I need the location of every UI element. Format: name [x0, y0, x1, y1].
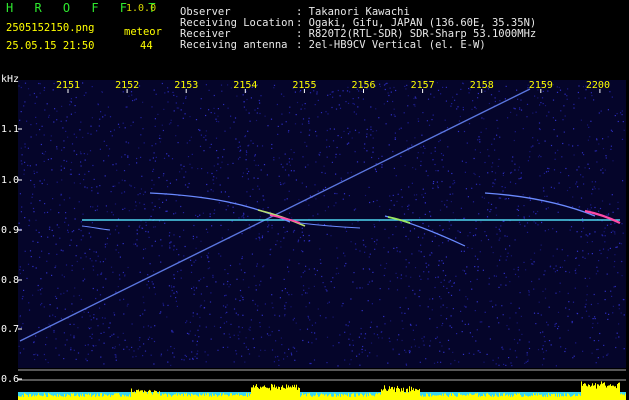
signal-level-bar [18, 381, 626, 400]
time-tick-label: 2156 [351, 80, 376, 91]
time-tick-label: 2200 [585, 80, 610, 91]
time-tick-label: 2158 [469, 80, 494, 91]
y-unit-label: kHz [1, 74, 20, 85]
plot-background [18, 80, 626, 368]
frequency-tick-label: 0.7 [1, 324, 20, 335]
time-tick-label: 2154 [233, 80, 258, 91]
frequency-tick-label: 0.8 [1, 275, 20, 286]
time-tick-label: 2155 [292, 80, 317, 91]
spectrogram-plot [18, 80, 626, 400]
time-tick-label: 2159 [528, 80, 553, 91]
frequency-tick-label: 1.0 [1, 175, 20, 186]
frequency-tick-label: 0.6 [1, 374, 20, 385]
time-tick-label: 2153 [174, 80, 199, 91]
time-tick-label: 2152 [115, 80, 140, 91]
frequency-tick-label: 0.9 [1, 225, 20, 236]
time-tick-label: 2151 [56, 80, 81, 91]
frequency-tick-label: 1.1 [1, 124, 20, 135]
time-tick-label: 2157 [410, 80, 435, 91]
